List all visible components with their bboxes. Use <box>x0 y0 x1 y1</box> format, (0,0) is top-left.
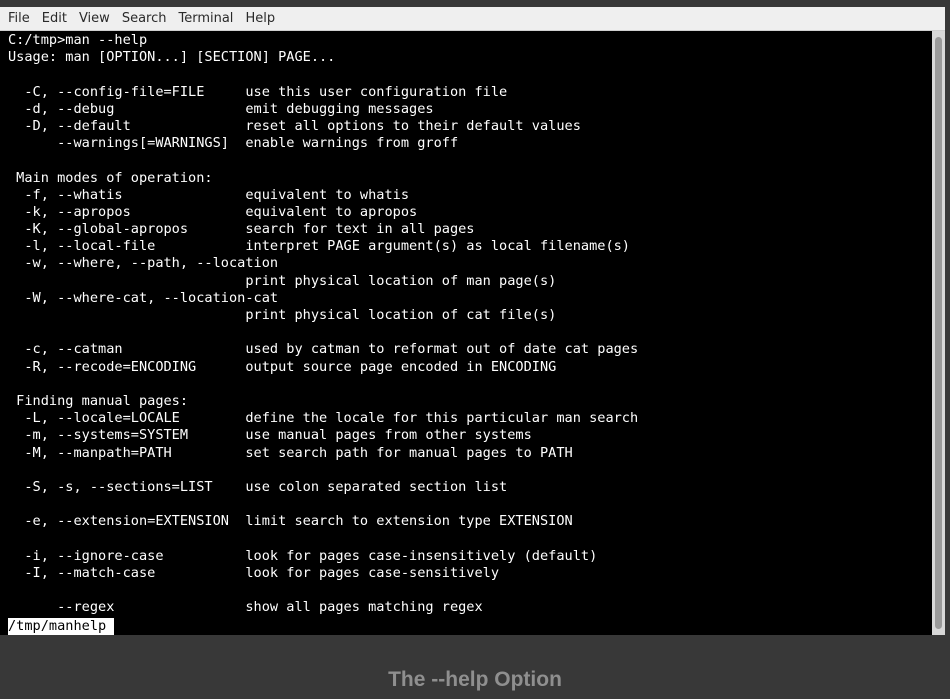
terminal-line: -L, --locale=LOCALE define the locale fo… <box>8 410 639 427</box>
menu-help[interactable]: Help <box>239 7 281 31</box>
vertical-scrollbar[interactable] <box>932 31 945 635</box>
menu-terminal[interactable]: Terminal <box>172 7 239 31</box>
terminal-line: C:/tmp>man --help <box>8 32 148 48</box>
menubar: File Edit View Search Terminal Help <box>0 7 945 31</box>
terminal-line: -d, --debug emit debugging messages <box>8 100 434 117</box>
menu-edit[interactable]: Edit <box>36 7 73 31</box>
terminal-line: -f, --whatis equivalent to whatis <box>8 186 410 203</box>
terminal-line: -D, --default reset all options to their… <box>8 117 581 134</box>
terminal-line: -K, --global-apropos search for text in … <box>8 221 475 238</box>
menu-view[interactable]: View <box>73 7 116 31</box>
menu-file[interactable]: File <box>0 7 36 31</box>
terminal-line: -M, --manpath=PATH set search path for m… <box>8 444 573 461</box>
terminal-line: -l, --local-file interpret PAGE argument… <box>8 238 630 255</box>
terminal-line: print physical location of cat file(s) <box>8 307 557 323</box>
terminal-line: -w, --where, --path, --location <box>8 255 279 272</box>
terminal-line: --warnings[=WARNINGS] enable warnings fr… <box>8 135 459 152</box>
terminal-line: print physical location of man page(s) <box>8 272 557 289</box>
terminal-line: -m, --systems=SYSTEM use manual pages fr… <box>8 427 532 444</box>
terminal-line: -i, --ignore-case look for pages case-in… <box>8 547 598 564</box>
terminal-line: Finding manual pages: <box>8 392 189 409</box>
terminal-line: -k, --apropos equivalent to apropos <box>8 203 418 220</box>
terminal-line: -S, -s, --sections=LIST use colon separa… <box>8 478 508 495</box>
terminal-line: --regex show all pages matching regex <box>8 599 483 616</box>
terminal-line: Usage: man [OPTION...] [SECTION] PAGE... <box>8 49 336 66</box>
terminal-line: -C, --config-file=FILE use this user con… <box>8 83 508 100</box>
menu-search[interactable]: Search <box>116 7 173 31</box>
scrollbar-thumb[interactable] <box>935 37 942 629</box>
figure-caption: The --help Option <box>388 668 562 691</box>
terminal-window: File Edit View Search Terminal Help C:/t… <box>0 7 945 635</box>
terminal-line: -R, --recode=ENCODING output source page… <box>8 358 557 375</box>
terminal-output[interactable]: C:/tmp>man --help Usage: man [OPTION...] … <box>0 31 932 635</box>
terminal-text: C:/tmp>man --help Usage: man [OPTION...] … <box>8 32 638 616</box>
terminal-line: -c, --catman used by catman to reformat … <box>8 341 639 358</box>
terminal-line: -I, --match-case look for pages case-sen… <box>8 564 500 581</box>
terminal-line: -e, --extension=EXTENSION limit search t… <box>8 513 573 530</box>
terminal-line: -W, --where-cat, --location-cat <box>8 289 279 306</box>
pager-search-prompt[interactable]: /tmp/manhelp <box>8 618 115 635</box>
terminal-line: Main modes of operation: <box>8 169 213 186</box>
